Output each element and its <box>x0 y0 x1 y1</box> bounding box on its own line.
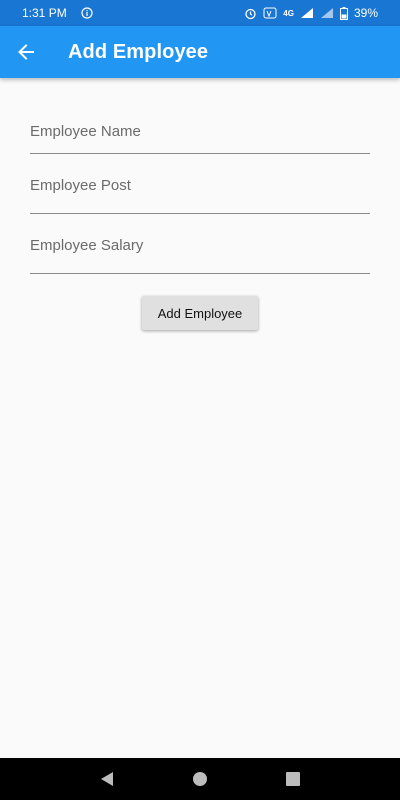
battery-icon <box>339 6 348 20</box>
status-left: 1:31 PM <box>22 6 93 20</box>
add-employee-button[interactable]: Add Employee <box>141 296 259 330</box>
signal-icon <box>300 7 314 19</box>
volte-icon <box>263 7 277 19</box>
alarm-icon <box>244 7 257 20</box>
nav-back-icon <box>100 772 113 786</box>
employee-salary-input[interactable] <box>30 233 370 273</box>
nav-home-button[interactable] <box>180 759 220 799</box>
battery-percent: 39% <box>353 6 378 20</box>
status-bar: 1:31 PM 4G 39% <box>0 0 400 26</box>
employee-name-input[interactable] <box>30 113 370 153</box>
system-nav-bar <box>0 758 400 800</box>
nav-back-button[interactable] <box>87 759 127 799</box>
submit-wrap: Add Employee <box>30 296 370 330</box>
page-title: Add Employee <box>68 40 209 63</box>
status-right: 4G 39% <box>244 6 378 20</box>
employee-post-field[interactable]: Employee Post <box>30 154 370 214</box>
nav-home-icon <box>192 772 207 786</box>
network-type: 4G <box>283 8 294 18</box>
employee-form: Employee Name Employee Post Employee Sal… <box>30 100 370 330</box>
signal-icon-2 <box>320 7 334 19</box>
nav-recents-icon <box>286 772 301 786</box>
employee-name-field[interactable]: Employee Name <box>30 100 370 154</box>
status-time: 1:31 PM <box>22 6 67 20</box>
employee-salary-field[interactable]: Employee Salary <box>30 214 370 274</box>
app-bar: Add Employee <box>0 26 400 78</box>
employee-post-input[interactable] <box>30 173 370 213</box>
back-button[interactable] <box>0 26 52 78</box>
nav-recents-button[interactable] <box>273 759 313 799</box>
info-icon <box>81 7 93 19</box>
arrow-back-icon <box>18 44 34 60</box>
